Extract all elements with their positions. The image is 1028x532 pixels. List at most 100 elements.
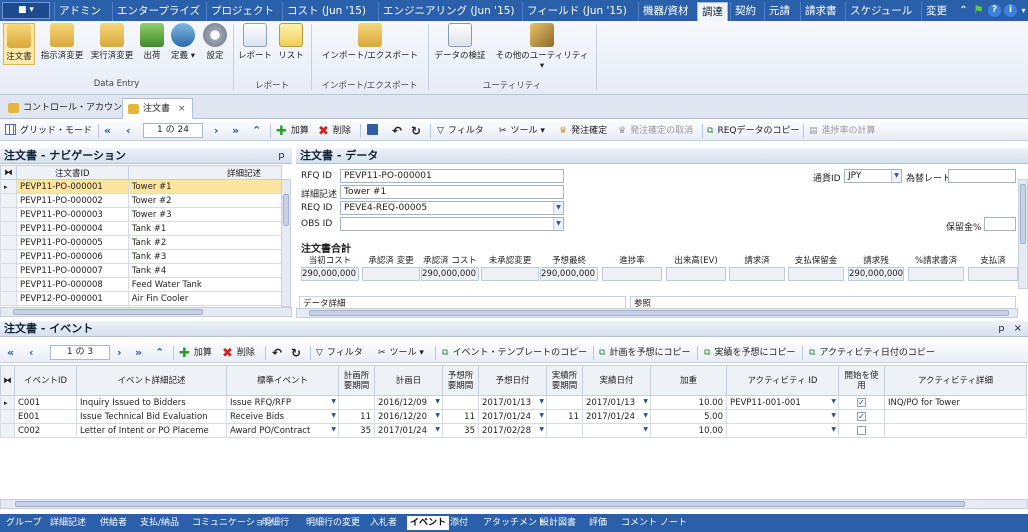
- next-page-icon[interactable]: ›: [214, 124, 219, 138]
- cell-desc[interactable]: Inquiry Issued to Bidders: [76, 395, 227, 410]
- chevron-down-icon[interactable]: ▼: [553, 202, 563, 214]
- chevron-down-icon[interactable]: ▼: [435, 398, 440, 405]
- chevron-down-icon[interactable]: ▼: [831, 412, 836, 419]
- undo-icon[interactable]: ↶: [392, 124, 402, 138]
- bottom-tab-12[interactable]: 評価: [589, 516, 607, 530]
- prev-page-icon[interactable]: ‹: [126, 124, 131, 138]
- cell-desc[interactable]: Tower #2: [127, 193, 283, 208]
- cell-pdate[interactable]: 2016/12/09 ▼: [374, 395, 443, 410]
- pager-input[interactable]: 1 の 24: [143, 123, 203, 138]
- cell-weight[interactable]: 5.00: [650, 409, 727, 424]
- ribbon-validate-button[interactable]: データの検証: [432, 23, 488, 65]
- top-tab-9[interactable]: 元請: [764, 2, 794, 21]
- cell-act[interactable]: PEVP11-001-001 ▼: [726, 395, 839, 410]
- chevron-down-icon[interactable]: ▼: [831, 426, 836, 433]
- flag-icon[interactable]: ⚑: [972, 4, 985, 17]
- progress-calc-button[interactable]: ▤ 進捗率の計算: [809, 124, 876, 138]
- cell-desc[interactable]: Feed Water Tank: [127, 277, 283, 292]
- cell-desc[interactable]: Tower #3: [127, 207, 283, 222]
- start-checkbox[interactable]: ✓: [857, 411, 866, 421]
- col-header-desc[interactable]: 詳細記述: [127, 165, 283, 180]
- ribbon-report-button[interactable]: レポート: [238, 23, 272, 65]
- events-col-header[interactable]: イベントID: [14, 365, 77, 396]
- nav-row[interactable]: PEVP11-PO-000005 Tank #2: [0, 235, 283, 250]
- top-tab-4[interactable]: エンジニアリング (Jun '15): [378, 2, 519, 21]
- events-col-header[interactable]: 開始を使用: [838, 365, 885, 396]
- cell-pdur[interactable]: 35: [338, 423, 375, 438]
- events-col-header[interactable]: イベント詳細記述: [76, 365, 227, 396]
- undo-icon[interactable]: ↶: [272, 346, 282, 360]
- cell-start[interactable]: ✓: [838, 409, 885, 424]
- cell-po-id[interactable]: PEVP11-PO-000004: [15, 221, 129, 236]
- ribbon-settings-button[interactable]: 設定: [202, 23, 228, 65]
- nav-row[interactable]: PEVP11-PO-000004 Tank #1: [0, 221, 283, 236]
- ribbon-shipment-button[interactable]: 出荷: [139, 23, 165, 65]
- last-page-icon[interactable]: »: [232, 124, 239, 138]
- cell-po-id[interactable]: PEVP11-PO-000001: [15, 179, 129, 194]
- events-col-header[interactable]: 予想日付: [478, 365, 547, 396]
- ribbon-define-button[interactable]: 定義 ▾: [169, 23, 197, 65]
- nav-row[interactable]: PEVP11-PO-000003 Tower #3: [0, 207, 283, 222]
- cell-po-id[interactable]: PEVP11-PO-000007: [15, 263, 129, 278]
- cell-id[interactable]: C001: [14, 395, 77, 410]
- top-tab-11[interactable]: スケジュール: [845, 2, 916, 21]
- currency-select[interactable]: JPY ▼: [844, 169, 902, 183]
- bottom-tab-13[interactable]: コメント: [621, 516, 657, 530]
- actual-copy-button[interactable]: ⧉ 実績を予想にコピー: [704, 346, 795, 360]
- top-tab-8[interactable]: 契約: [730, 2, 760, 21]
- bottom-tab-4[interactable]: コミュニケーション: [192, 516, 273, 530]
- cell-fdate[interactable]: 2017/01/24 ▼: [478, 409, 547, 424]
- req-id-select[interactable]: PEVE4-REQ-00005 ▼: [340, 201, 564, 215]
- start-checkbox[interactable]: ✓: [857, 397, 866, 407]
- cell-fdur[interactable]: 35: [442, 423, 479, 438]
- cell-adate[interactable]: 2017/01/13 ▼: [582, 395, 651, 410]
- events-col-header[interactable]: 予想所要期間: [442, 365, 479, 396]
- top-tab-6[interactable]: 機器/資材: [638, 2, 693, 21]
- cell-weight[interactable]: 10.00: [650, 423, 727, 438]
- chevron-down-icon[interactable]: ▼: [643, 426, 648, 433]
- bottom-tab-10[interactable]: アタッチメント: [483, 516, 546, 530]
- ribbon-executed-change-button[interactable]: 実行済変更: [89, 23, 135, 65]
- events-col-header[interactable]: 実績所要期間: [546, 365, 583, 396]
- ribbon-utilities-button[interactable]: その他のユーティリティ ▾: [494, 23, 590, 71]
- events-col-header[interactable]: 標準イベント: [226, 365, 339, 396]
- cell-fdate[interactable]: 2017/01/13 ▼: [478, 395, 547, 410]
- nav-row[interactable]: PEVP11-PO-000007 Tank #4: [0, 263, 283, 278]
- cell-id[interactable]: E001: [14, 409, 77, 424]
- bottom-tab-14[interactable]: ノート: [660, 516, 687, 530]
- events-add-button[interactable]: ✚ 加算: [179, 346, 212, 360]
- chevron-down-icon[interactable]: ▼: [331, 426, 336, 433]
- nav-row[interactable]: PEVP12-PO-000001 Air Fin Cooler: [0, 291, 283, 306]
- filter-button[interactable]: ▽ フィルタ: [437, 124, 484, 138]
- chevron-down-icon[interactable]: ▼: [831, 398, 836, 405]
- cell-act[interactable]: ▼: [726, 409, 839, 424]
- chevron-down-icon[interactable]: ▼: [643, 412, 648, 419]
- tools-button[interactable]: ✂ ツール ▾: [499, 124, 545, 138]
- chevron-down-icon[interactable]: ▼: [539, 398, 544, 405]
- top-tab-7[interactable]: 調達: [697, 2, 728, 21]
- bottom-tab-3[interactable]: 支払/納品: [140, 516, 179, 530]
- bottom-tab-0[interactable]: グループ: [6, 516, 41, 530]
- scroll-thumb[interactable]: [1020, 184, 1026, 244]
- activity-date-copy-button[interactable]: ⧉ アクティビティ日付のコピー: [809, 346, 935, 360]
- cell-po-id[interactable]: PEVP11-PO-000005: [15, 235, 129, 250]
- collapse-up-icon[interactable]: ⌃: [155, 346, 164, 360]
- events-delete-button[interactable]: ✖ 削除: [222, 346, 255, 360]
- first-page-icon[interactable]: «: [104, 124, 111, 138]
- events-filter-button[interactable]: ▽ フィルタ: [316, 346, 363, 360]
- top-tab-2[interactable]: プロジェクト: [206, 2, 278, 21]
- collapse-up-icon[interactable]: ⌃: [252, 124, 261, 138]
- cell-desc[interactable]: Tank #1: [127, 221, 283, 236]
- cell-start[interactable]: ✓: [838, 395, 885, 410]
- desc-field[interactable]: Tower #1: [340, 185, 564, 199]
- pin-icon[interactable]: ｐ: [997, 321, 1006, 337]
- cell-actdesc[interactable]: [884, 409, 1027, 424]
- events-col-header[interactable]: アクティビティ ID: [726, 365, 839, 396]
- cell-pdur[interactable]: [338, 395, 375, 410]
- app-menu-button[interactable]: ■ ▾: [2, 2, 50, 19]
- cell-po-id[interactable]: PEVP11-PO-000006: [15, 249, 129, 264]
- cell-po-id[interactable]: PEVP12-PO-000001: [15, 291, 129, 306]
- info-icon[interactable]: i: [1004, 4, 1017, 17]
- top-tab-5[interactable]: フィールド (Jun '15): [522, 2, 631, 21]
- cell-std[interactable]: Receive Bids ▼: [226, 409, 339, 424]
